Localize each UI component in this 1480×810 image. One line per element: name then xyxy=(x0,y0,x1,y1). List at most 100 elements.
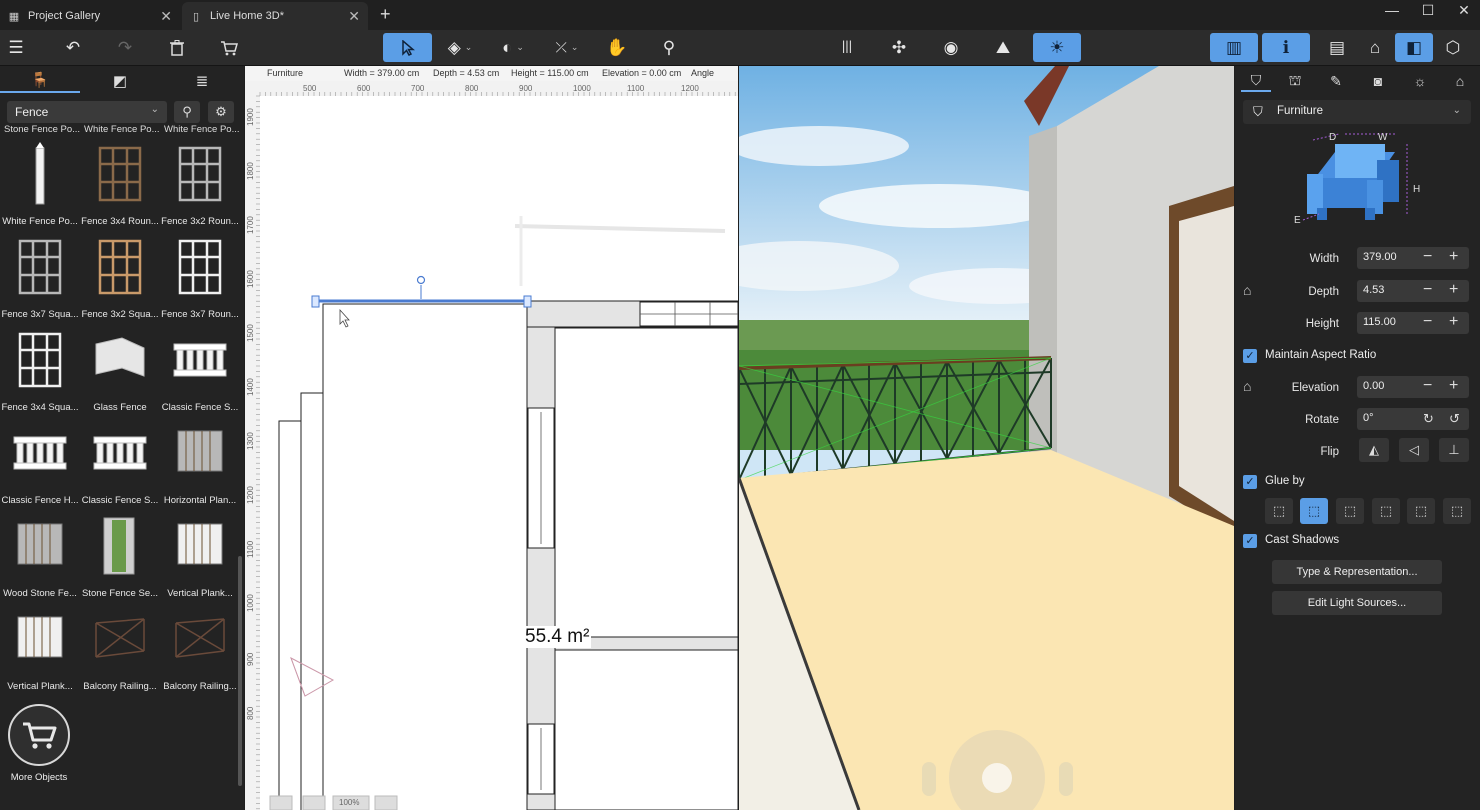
library-item-thumbnail[interactable] xyxy=(90,328,150,392)
more-objects-button[interactable] xyxy=(8,704,70,766)
3d-scene[interactable] xyxy=(739,66,1234,810)
inspector-panel-button[interactable]: ℹ xyxy=(1262,33,1310,62)
width-field[interactable]: 379.00 − + xyxy=(1357,247,1469,269)
dimension-tool[interactable]: ⤫ ⌄ xyxy=(548,33,586,62)
cart-icon[interactable] xyxy=(216,33,242,62)
library-panel-button[interactable]: ▥ xyxy=(1210,33,1258,62)
depth-decrement[interactable]: − xyxy=(1423,281,1432,299)
elevation-decrement[interactable]: − xyxy=(1423,377,1432,395)
glue-option-floor[interactable]: ⬚ xyxy=(1300,498,1328,524)
height-field[interactable]: 115.00 − + xyxy=(1357,312,1469,334)
height-decrement[interactable]: − xyxy=(1423,313,1432,331)
tab-live-home[interactable]: ▯ Live Home 3D* ✕ xyxy=(182,2,368,30)
glue-option-back[interactable]: ⬚ xyxy=(1336,498,1364,524)
materials-icon[interactable]: ⛰ xyxy=(990,33,1016,62)
library-item-thumbnail[interactable] xyxy=(10,514,70,578)
library-item-thumbnail[interactable] xyxy=(10,421,70,485)
undo-icon[interactable]: ↶ xyxy=(60,33,86,62)
tab-light[interactable]: ☼ xyxy=(1405,70,1435,92)
flip-depth-button[interactable]: ◁ xyxy=(1399,438,1429,462)
type-representation-button[interactable]: Type & Representation... xyxy=(1272,560,1442,584)
tab-project[interactable]: ⌂ xyxy=(1445,70,1475,92)
tab-furniture-library[interactable]: 🪑 xyxy=(0,69,80,93)
maximize-button[interactable]: ☐ xyxy=(1410,2,1446,19)
library-item-thumbnail[interactable] xyxy=(10,235,70,299)
rotate-ccw-icon[interactable]: ↺ xyxy=(1449,411,1460,427)
object-type-dropdown[interactable]: ⛉ Furniture ⌄ xyxy=(1243,100,1471,124)
tab-camera[interactable]: ◙ xyxy=(1363,70,1393,92)
flip-horizontal-button[interactable]: ◭ xyxy=(1359,438,1389,462)
glue-option-bottom[interactable]: ⬚ xyxy=(1265,498,1293,524)
library-item-thumbnail[interactable] xyxy=(10,328,70,392)
glue-option-left[interactable]: ⬚ xyxy=(1372,498,1400,524)
elevation-field[interactable]: 0.00 − + xyxy=(1357,376,1469,398)
library-item-thumbnail[interactable] xyxy=(90,235,150,299)
library-item-thumbnail[interactable] xyxy=(170,607,230,671)
glue-option-top[interactable]: ⬚ xyxy=(1443,498,1471,524)
redo-icon[interactable]: ↷ xyxy=(112,33,138,62)
3d-view-icon[interactable]: ⬡ xyxy=(1440,33,1466,62)
flip-vertical-button[interactable]: ⊥ xyxy=(1439,438,1469,462)
tab-object-properties[interactable]: ⛉ xyxy=(1241,70,1271,92)
delete-icon[interactable] xyxy=(164,33,190,62)
rotate-field[interactable]: 0° ↻ ↺ xyxy=(1357,408,1469,430)
walk-view-icon[interactable]: ꔖ xyxy=(834,33,860,62)
tab-materials-library[interactable]: ◩ xyxy=(80,69,160,93)
close-window-button[interactable]: ✕ xyxy=(1446,2,1480,19)
plan-view-icon[interactable]: ▤ xyxy=(1324,33,1350,62)
tab-project-gallery-label: Project Gallery xyxy=(28,10,101,22)
height-increment[interactable]: + xyxy=(1449,313,1458,331)
edit-light-sources-button[interactable]: Edit Light Sources... xyxy=(1272,591,1442,615)
sun-lighting-button[interactable]: ☀ xyxy=(1033,33,1081,62)
pan-hand-icon[interactable]: ✋ xyxy=(604,33,630,62)
tab-material[interactable]: ✎ xyxy=(1321,70,1351,92)
library-item-thumbnail[interactable] xyxy=(90,607,150,671)
library-item-thumbnail[interactable] xyxy=(10,607,70,671)
close-tab-icon[interactable]: ✕ xyxy=(160,8,172,25)
split-view-button[interactable]: ◧ xyxy=(1395,33,1433,62)
library-item-thumbnail[interactable] xyxy=(170,328,230,392)
tab-building[interactable]: ⛫ xyxy=(1280,70,1310,92)
width-decrement[interactable]: − xyxy=(1423,248,1432,266)
glue-by-checkbox[interactable]: ✓ xyxy=(1243,475,1257,489)
draw-wall-tool[interactable]: ◐ ⌄ xyxy=(494,33,532,62)
visibility-eye-icon[interactable]: ◉ xyxy=(938,33,964,62)
elevation-increment[interactable]: + xyxy=(1449,377,1458,395)
floor-plan-canvas[interactable]: 500 600 700 800 900 1000 1100 1200 1900 1800 1700… xyxy=(245,66,738,810)
draw-floor-tool[interactable]: ◈ ⌄ xyxy=(441,33,479,62)
library-item-thumbnail[interactable] xyxy=(10,142,70,206)
search-button[interactable]: ⚲ xyxy=(174,101,200,123)
search-zoom-icon[interactable]: ⚲ xyxy=(656,33,682,62)
library-item-thumbnail[interactable] xyxy=(170,514,230,578)
library-item-thumbnail[interactable] xyxy=(170,142,230,206)
width-increment[interactable]: + xyxy=(1449,248,1458,266)
close-tab-icon[interactable]: ✕ xyxy=(348,8,360,25)
cast-shadows-checkbox[interactable]: ✓ xyxy=(1243,534,1257,548)
category-dropdown[interactable]: Fence ⌄ xyxy=(7,101,167,123)
filter-button[interactable]: ⚙ xyxy=(208,101,234,123)
minimize-button[interactable]: — xyxy=(1374,2,1410,18)
document-icon: ▯ xyxy=(192,10,200,23)
house-icon: ⌂ xyxy=(1455,73,1465,89)
depth-field[interactable]: 4.53 − + xyxy=(1357,280,1469,302)
menu-icon[interactable]: ☰ xyxy=(4,33,28,62)
tab-project-gallery[interactable]: ▦ Project Gallery ✕ xyxy=(0,2,180,30)
tab-project-list[interactable]: ≣ xyxy=(162,69,242,93)
orbit-view-icon[interactable]: ✣ xyxy=(886,33,912,62)
select-tool-button[interactable] xyxy=(383,33,432,62)
rotate-cw-icon[interactable]: ↻ xyxy=(1423,411,1434,427)
3d-view[interactable] xyxy=(739,66,1234,810)
library-item-thumbnail[interactable] xyxy=(90,421,150,485)
glue-option-right[interactable]: ⬚ xyxy=(1407,498,1435,524)
tab-live-home-label: Live Home 3D* xyxy=(210,10,284,22)
home-3d-icon[interactable]: ⌂ xyxy=(1362,33,1388,62)
library-item-thumbnail[interactable] xyxy=(170,235,230,299)
maintain-aspect-checkbox[interactable]: ✓ xyxy=(1243,349,1257,363)
plan-view[interactable]: 500 600 700 800 900 1000 1100 1200 1900 1800 1700… xyxy=(245,66,738,810)
library-item-thumbnail[interactable] xyxy=(90,142,150,206)
new-tab-button[interactable]: + xyxy=(380,4,391,25)
library-scrollbar[interactable] xyxy=(238,556,242,786)
depth-increment[interactable]: + xyxy=(1449,281,1458,299)
library-item-thumbnail[interactable] xyxy=(90,514,150,578)
library-item-thumbnail[interactable] xyxy=(170,421,230,485)
